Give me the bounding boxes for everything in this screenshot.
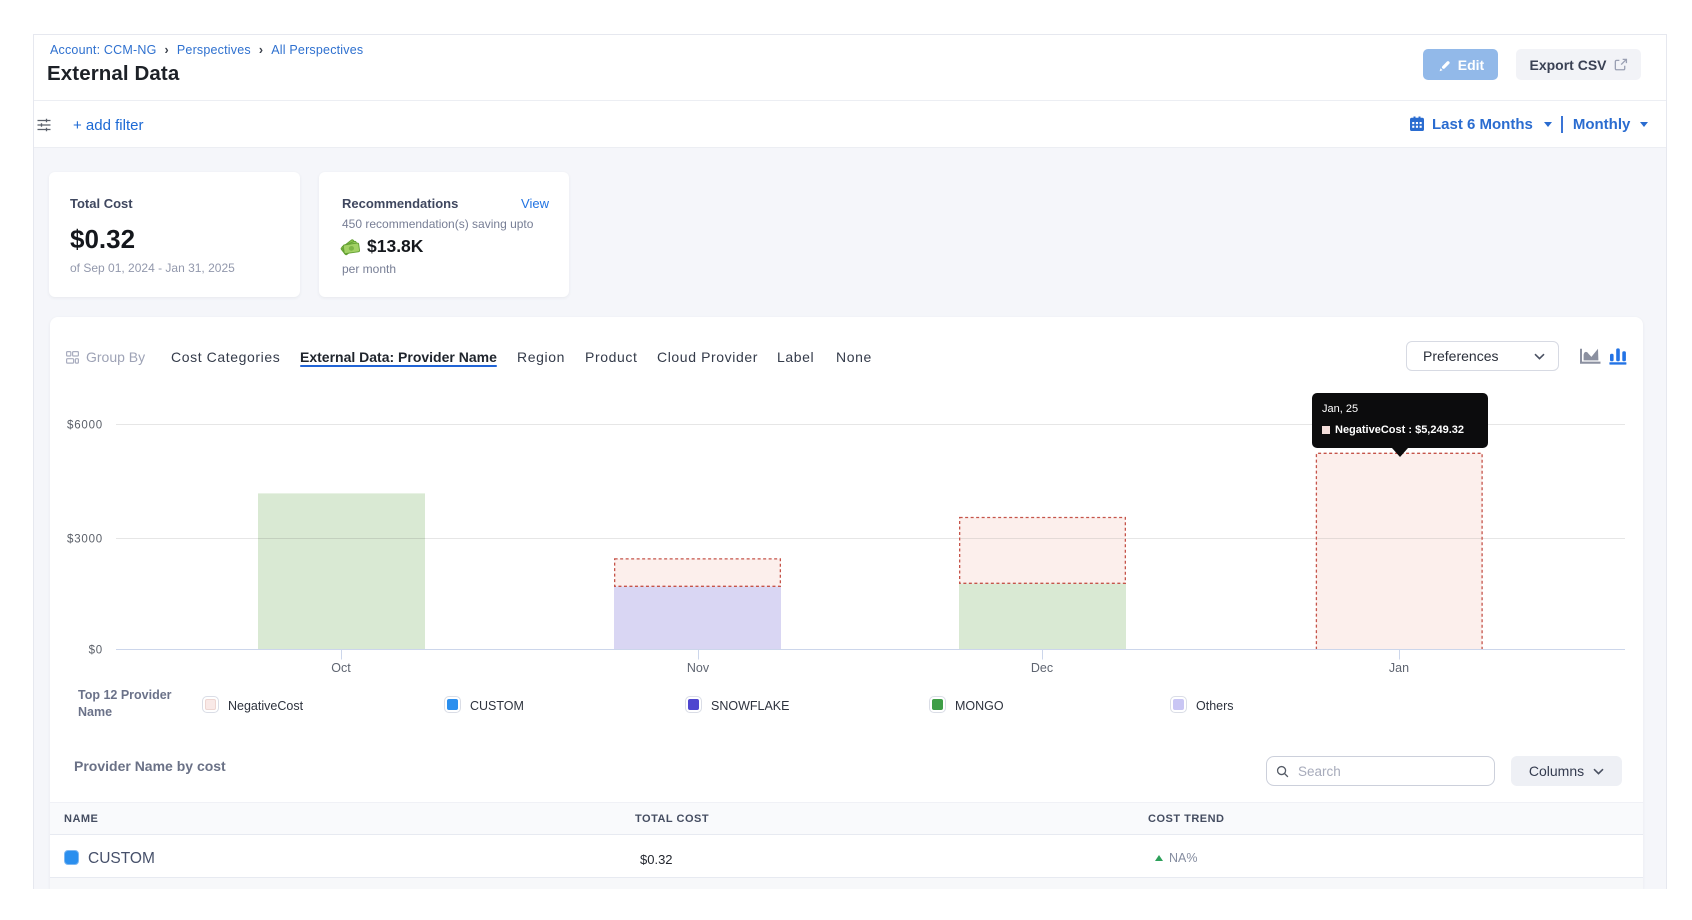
svg-text:Nov: Nov — [687, 661, 710, 675]
svg-text:Jan: Jan — [1389, 661, 1409, 675]
svg-text:$6000: $6000 — [67, 420, 103, 432]
svg-text:Oct: Oct — [331, 661, 351, 675]
svg-text:$3000: $3000 — [67, 534, 103, 546]
svg-text:Dec: Dec — [1031, 661, 1053, 675]
svg-text:$0: $0 — [89, 645, 103, 657]
